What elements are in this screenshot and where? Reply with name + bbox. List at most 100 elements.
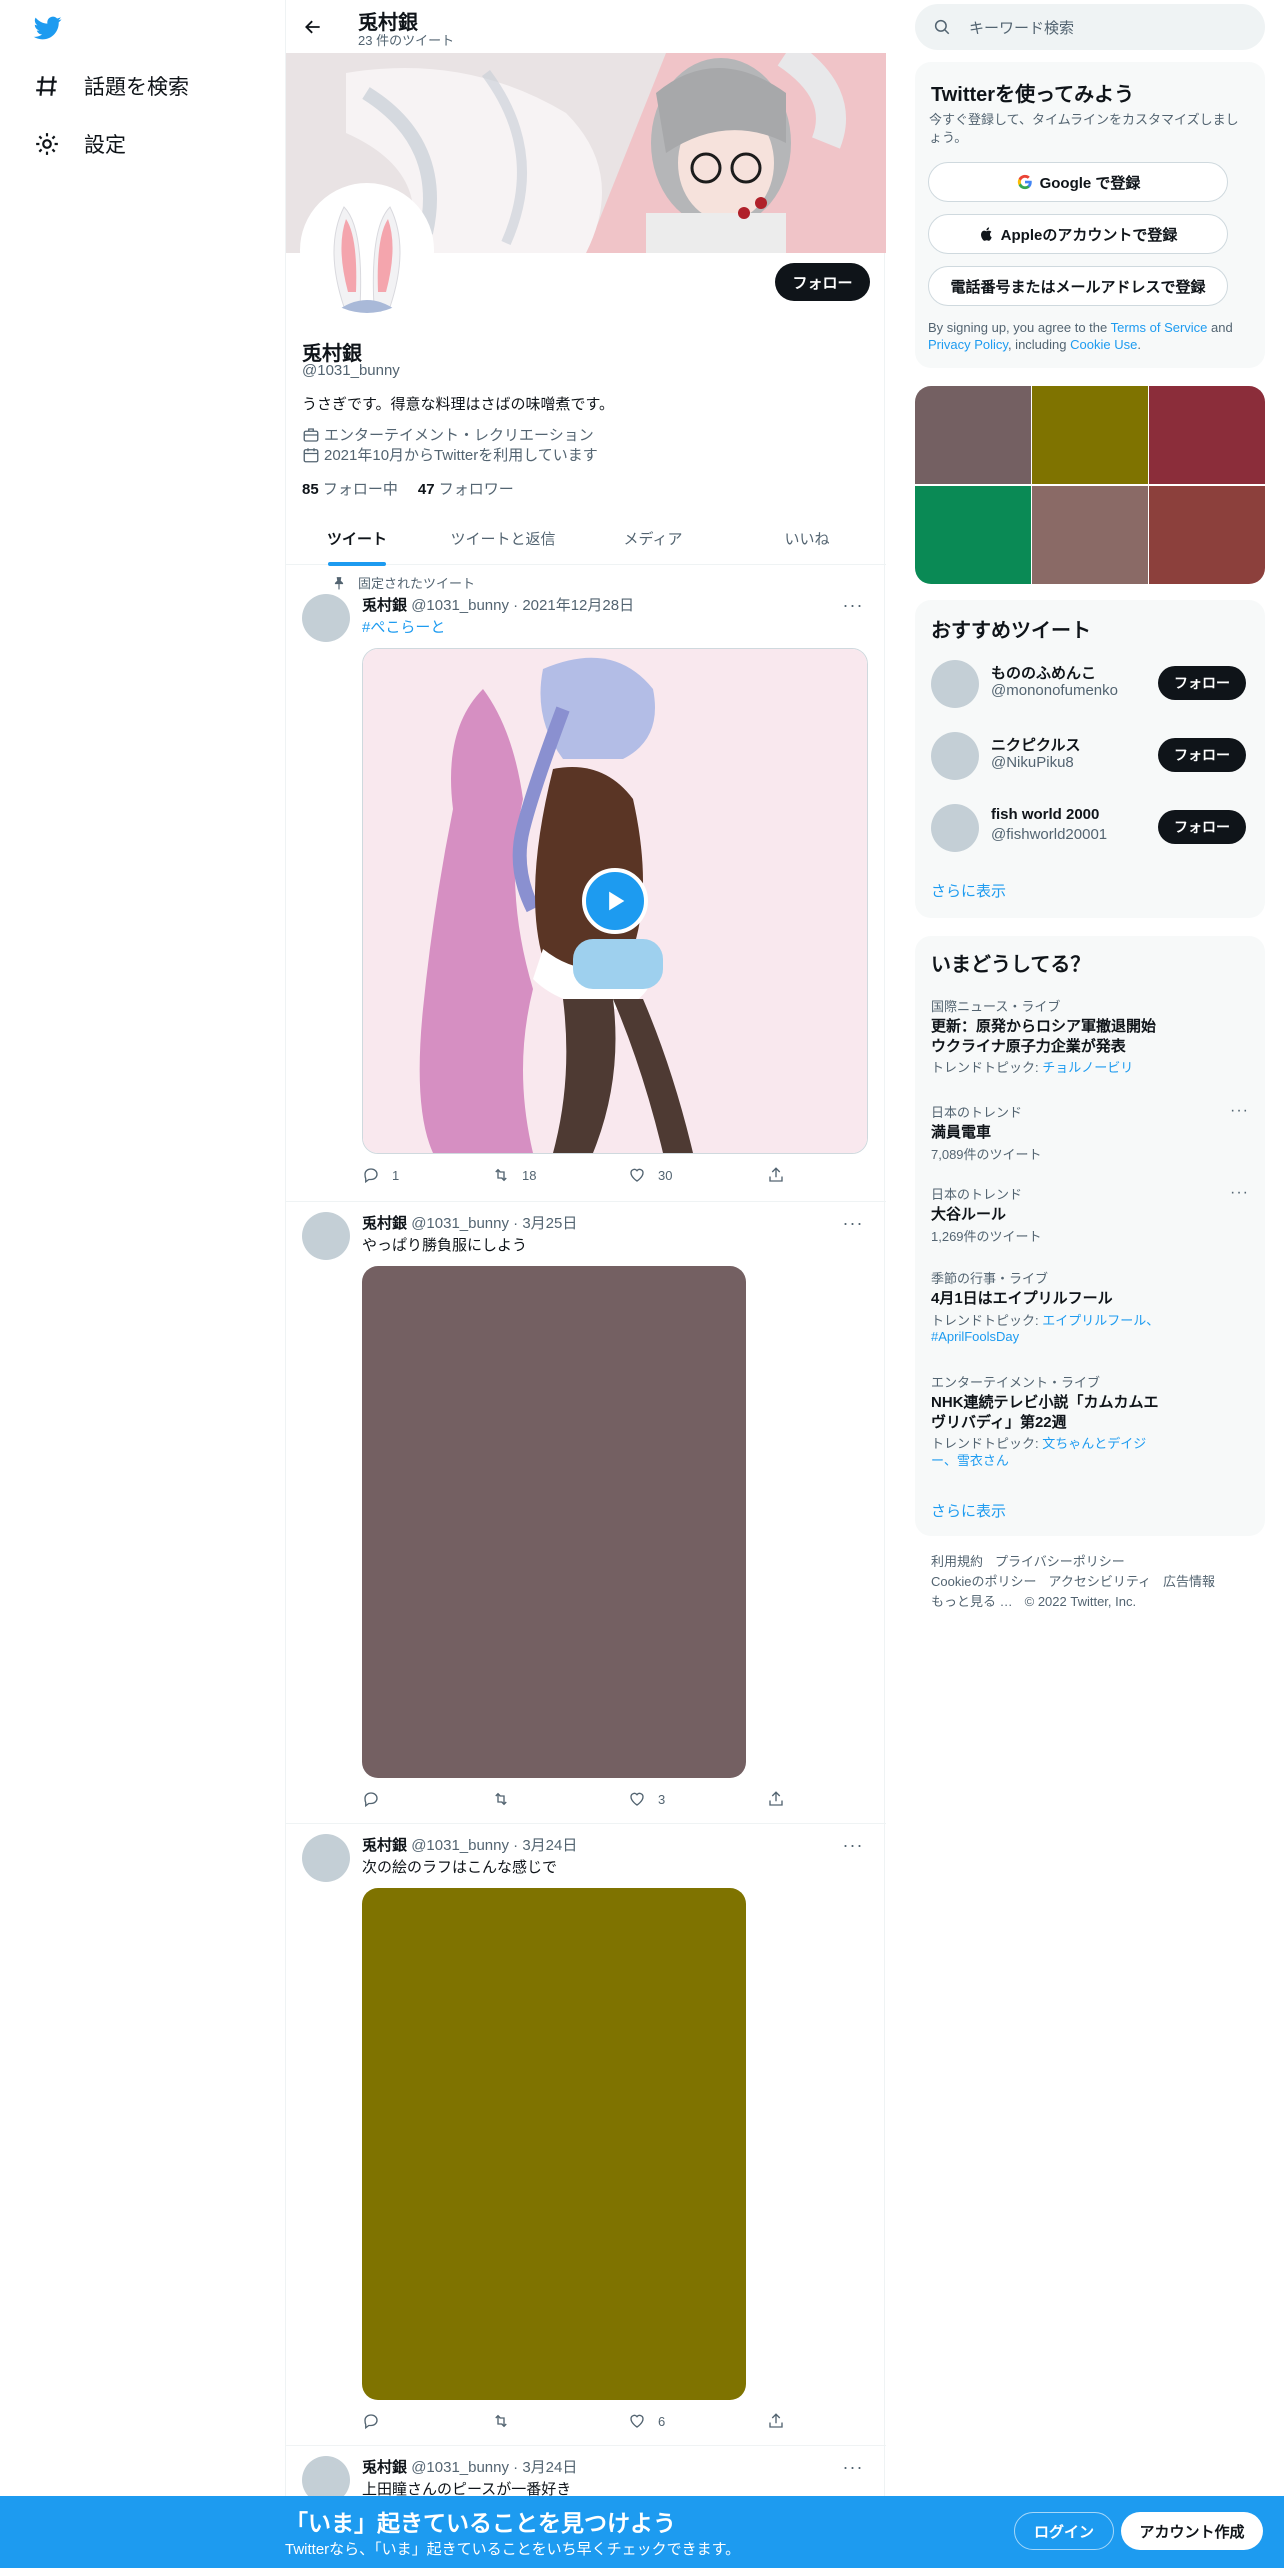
share-button[interactable]: [767, 1790, 785, 1808]
footer-cookie-link[interactable]: Cookieのポリシー: [931, 1574, 1036, 1589]
apple-signup-button[interactable]: Appleのアカウントで登録: [928, 214, 1228, 254]
google-signup-button[interactable]: Google で登録: [928, 162, 1228, 202]
create-account-button[interactable]: アカウント作成: [1121, 2512, 1263, 2550]
avatar[interactable]: [931, 732, 979, 780]
follow-button[interactable]: フォロー: [1158, 738, 1246, 772]
tab-media[interactable]: メディア: [578, 512, 728, 565]
avatar[interactable]: [931, 804, 979, 852]
nav-explore[interactable]: 話題を検索: [34, 66, 189, 106]
tweet[interactable]: 兎村銀 @1031_bunny · 3月25日 ··· やっぱり勝負服にしよう …: [286, 1202, 886, 1824]
tweet[interactable]: 兎村銀 @1031_bunny · 2021年12月28日 ··· #ぺこらーと: [286, 566, 886, 1202]
tweet-more-button[interactable]: ···: [842, 594, 864, 616]
tweet-avatar[interactable]: [302, 1212, 350, 1260]
reply-button[interactable]: [362, 2412, 380, 2430]
following-label: フォロー中: [322, 481, 398, 498]
trend-topic-link[interactable]: チョルノービリ: [1042, 1060, 1133, 1075]
signup-card: Twitterを使ってみよう 今すぐ登録して、タイムラインをカスタマイズしましょ…: [915, 62, 1265, 368]
tweet-date[interactable]: 3月24日: [522, 2459, 577, 2476]
cookie-use-link[interactable]: Cookie Use: [1070, 337, 1137, 352]
trend-topic: トレンドトピック: エイプリルフール、#AprilFoolsDay: [931, 1313, 1161, 1347]
tweet-avatar[interactable]: [302, 594, 350, 642]
recommended-user[interactable]: もののふめんこ @mononofumenko フォロー: [931, 656, 1249, 712]
bottom-bar-subtitle: Twitterなら、「いま」起きていることをいち早くチェックできます。: [285, 2541, 741, 2558]
footer-privacy-link[interactable]: プライバシーポリシー: [995, 1554, 1125, 1569]
tab-tweets-and-replies[interactable]: ツイートと返信: [428, 512, 578, 565]
recommended-user[interactable]: fish world 2000 @fishworld20001 フォロー: [931, 800, 1249, 856]
media-grid-item[interactable]: [1032, 386, 1148, 484]
briefcase-icon: [303, 427, 319, 442]
back-button[interactable]: [298, 12, 328, 42]
trend-more-button[interactable]: ···: [1230, 1102, 1249, 1120]
profile-avatar[interactable]: [300, 183, 434, 317]
avatar[interactable]: [931, 660, 979, 708]
tab-likes[interactable]: いいね: [728, 512, 886, 565]
phone-email-signup-button[interactable]: 電話番号またはメールアドレスで登録: [928, 266, 1228, 306]
retweet-icon: [495, 1168, 507, 1182]
reply-button[interactable]: [362, 1790, 380, 1808]
search-box[interactable]: キーワード検索: [915, 4, 1265, 50]
tweet-image[interactable]: [362, 1266, 746, 1778]
follow-button[interactable]: フォロー: [775, 263, 870, 301]
tweet-avatar[interactable]: [302, 1834, 350, 1882]
like-button[interactable]: 30: [628, 1166, 672, 1184]
tweet-video[interactable]: [362, 648, 868, 1154]
tweet-date[interactable]: 3月24日: [522, 1837, 577, 1854]
trend-item[interactable]: 日本のトレンド 満員電車 7,089件のツイート ···: [931, 1102, 1249, 1163]
tab-tweets[interactable]: ツイート: [286, 512, 428, 565]
reply-button[interactable]: 1: [362, 1166, 399, 1184]
media-grid-item[interactable]: [915, 386, 1031, 484]
tweet-author-handle: @1031_bunny: [411, 1215, 509, 1232]
trend-item[interactable]: 季節の行事・ライブ 4月1日はエイプリルフール トレンドトピック: エイプリルフ…: [931, 1268, 1249, 1346]
play-button[interactable]: [582, 868, 648, 934]
footer-ads-link[interactable]: 広告情報: [1163, 1574, 1215, 1589]
share-button[interactable]: [767, 2412, 785, 2430]
trend-item[interactable]: 国際ニュース・ライブ 更新：原発からロシア軍撤退開始 ウクライナ原子力企業が発表…: [931, 996, 1249, 1077]
search-placeholder: キーワード検索: [969, 19, 1075, 37]
media-grid-item[interactable]: [1032, 486, 1148, 584]
gear-icon: [36, 133, 58, 155]
media-grid-item[interactable]: [1149, 386, 1265, 484]
tweet-author-name[interactable]: 兎村銀: [362, 2459, 407, 2476]
media-grid-item[interactable]: [1149, 486, 1265, 584]
login-button[interactable]: ログイン: [1014, 2512, 1114, 2550]
tweet-date[interactable]: 2021年12月28日: [522, 597, 634, 614]
follow-button[interactable]: フォロー: [1158, 666, 1246, 700]
tweet[interactable]: 兎村銀 @1031_bunny · 3月24日 ··· 次の絵のラフはこんな感じ…: [286, 1824, 886, 2446]
like-button[interactable]: 3: [628, 1790, 665, 1808]
tweet-more-button[interactable]: ···: [842, 1212, 864, 1234]
signup-subtitle: 今すぐ登録して、タイムラインをカスタマイズしましょう。: [929, 112, 1239, 145]
retweet-button[interactable]: 18: [492, 1166, 536, 1184]
nav-settings[interactable]: 設定: [34, 124, 126, 164]
footer-terms-link[interactable]: 利用規約: [931, 1554, 983, 1569]
media-grid-item[interactable]: [915, 486, 1031, 584]
twitter-logo-icon[interactable]: [32, 14, 64, 42]
terms-of-service-link[interactable]: Terms of Service: [1111, 320, 1208, 335]
trends-show-more-link[interactable]: さらに表示: [931, 1500, 1006, 1521]
tweet-more-button[interactable]: ···: [842, 2456, 864, 2478]
recommended-show-more-link[interactable]: さらに表示: [931, 880, 1006, 901]
trend-item[interactable]: エンターテイメント・ライブ NHK連続テレビ小説「カムカムエヴリバディ」第22週…: [931, 1372, 1249, 1470]
trend-category: エンターテイメント・ライブ: [931, 1375, 1101, 1390]
following-link[interactable]: 85 フォロー中: [302, 478, 398, 499]
tweet-author-name[interactable]: 兎村銀: [362, 1215, 407, 1232]
tweet-image[interactable]: [362, 1888, 746, 2400]
tweet-author-name[interactable]: 兎村銀: [362, 1837, 407, 1854]
hashtag-link[interactable]: #ぺこらーと: [362, 619, 445, 636]
follow-button[interactable]: フォロー: [1158, 810, 1246, 844]
trend-item[interactable]: 日本のトレンド 大谷ルール 1,269件のツイート ···: [931, 1184, 1249, 1245]
retweet-button[interactable]: [492, 1790, 510, 1808]
tweet-header: 兎村銀 @1031_bunny · 3月25日: [362, 1215, 578, 1232]
share-button[interactable]: [767, 1166, 785, 1184]
like-count: 3: [658, 1791, 666, 1807]
recommended-user[interactable]: ニクピクルス @NikuPiku8 フォロー: [931, 728, 1249, 784]
footer-accessibility-link[interactable]: アクセシビリティ: [1048, 1574, 1151, 1589]
trend-more-button[interactable]: ···: [1230, 1184, 1249, 1202]
followers-link[interactable]: 47 フォロワー: [418, 478, 514, 499]
tweet-more-button[interactable]: ···: [842, 1834, 864, 1856]
footer-more-link[interactable]: もっと見る …: [931, 1594, 1013, 1609]
tweet-date[interactable]: 3月25日: [522, 1215, 577, 1232]
tweet-author-name[interactable]: 兎村銀: [362, 597, 407, 614]
retweet-button[interactable]: [492, 2412, 510, 2430]
like-button[interactable]: 6: [628, 2412, 665, 2430]
privacy-policy-link[interactable]: Privacy Policy: [928, 337, 1008, 352]
